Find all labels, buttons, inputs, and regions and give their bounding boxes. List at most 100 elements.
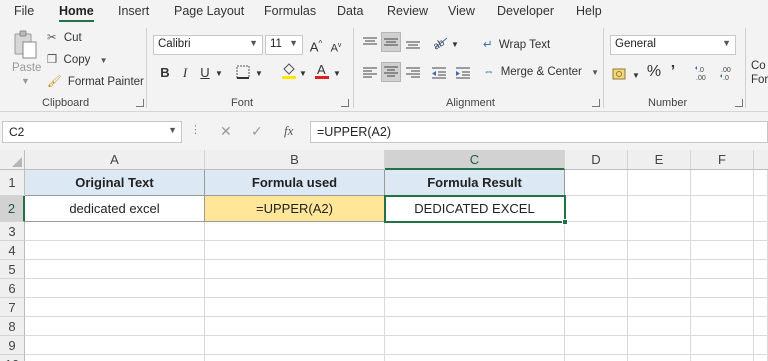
grid-cell[interactable] — [385, 355, 565, 361]
number-format-dropdown[interactable]: General ▼ — [610, 35, 736, 55]
fill-color-button[interactable] — [280, 62, 298, 84]
grid-cell[interactable] — [565, 222, 628, 241]
font-color-dropdown-icon[interactable]: ▼ — [332, 66, 342, 82]
borders-button[interactable] — [234, 65, 252, 83]
name-box[interactable]: C2 ▼ — [2, 121, 182, 143]
borders-dropdown-icon[interactable]: ▼ — [254, 66, 264, 82]
row-header-7[interactable]: 7 — [0, 298, 25, 317]
grid-cell[interactable] — [205, 317, 385, 336]
grid-cell[interactable] — [565, 170, 628, 196]
grid-cell[interactable] — [628, 222, 691, 241]
grid-cell[interactable] — [754, 196, 768, 222]
copy-button[interactable]: ❐ Copy ▼ — [47, 52, 108, 66]
column-header-f[interactable]: F — [691, 150, 754, 170]
row-header-9[interactable]: 9 — [0, 336, 25, 355]
cell-a1[interactable]: Original Text — [25, 170, 205, 196]
grid-cell[interactable] — [691, 170, 754, 196]
grid-cell[interactable] — [691, 336, 754, 355]
accounting-format-icon[interactable] — [612, 67, 630, 81]
grid-cell[interactable] — [691, 241, 754, 260]
tab-home[interactable]: Home — [59, 4, 94, 22]
align-middle-button[interactable] — [381, 32, 401, 52]
row-header-8[interactable]: 8 — [0, 317, 25, 336]
select-all-button[interactable] — [0, 150, 25, 170]
orientation-dropdown-icon[interactable]: ▼ — [450, 37, 460, 53]
fill-color-dropdown-icon[interactable]: ▼ — [298, 66, 308, 82]
column-header-c[interactable]: C — [385, 150, 565, 170]
grid-cell[interactable] — [205, 222, 385, 241]
grid-cell[interactable] — [25, 317, 205, 336]
grid-cell[interactable] — [565, 298, 628, 317]
tab-formulas[interactable]: Formulas — [264, 4, 316, 18]
grid-cell[interactable] — [205, 355, 385, 361]
grid-cell[interactable] — [628, 317, 691, 336]
column-header-e[interactable]: E — [628, 150, 691, 170]
align-right-icon[interactable] — [405, 66, 421, 80]
number-launcher-icon[interactable] — [735, 99, 743, 107]
conditional-formatting-label[interactable]: Co — [751, 60, 766, 72]
cancel-icon[interactable]: ✕ — [220, 123, 232, 140]
grid-cell[interactable] — [628, 336, 691, 355]
align-top-icon[interactable] — [362, 36, 378, 50]
increase-font-icon[interactable]: A^ — [307, 36, 325, 55]
grid-cell[interactable] — [691, 298, 754, 317]
insert-function-icon[interactable]: fx — [284, 123, 293, 139]
tab-view[interactable]: View — [448, 4, 475, 18]
grid-cell[interactable] — [25, 336, 205, 355]
grid-cell[interactable] — [385, 317, 565, 336]
tab-insert[interactable]: Insert — [118, 4, 149, 18]
grid-cell[interactable] — [205, 298, 385, 317]
font-color-button[interactable]: A — [313, 62, 331, 84]
grid-cell[interactable] — [565, 260, 628, 279]
grid-cell[interactable] — [565, 241, 628, 260]
grid-cell[interactable] — [691, 317, 754, 336]
grid-cell[interactable] — [25, 260, 205, 279]
format-as-table-label[interactable]: For — [751, 74, 768, 86]
cell-c2[interactable]: DEDICATED EXCEL — [385, 196, 565, 222]
grid-cell[interactable] — [25, 355, 205, 361]
cut-button[interactable]: ✂ Cut — [47, 30, 82, 44]
fill-handle[interactable] — [562, 219, 568, 225]
comma-style-icon[interactable]: ’ — [668, 64, 678, 80]
cell-c1[interactable]: Formula Result — [385, 170, 565, 196]
tab-data[interactable]: Data — [337, 4, 363, 18]
format-painter-button[interactable]: 🖌 Format Painter — [47, 74, 144, 88]
grid-cell[interactable] — [385, 222, 565, 241]
grid-cell[interactable] — [754, 170, 768, 196]
grid-cell[interactable] — [25, 241, 205, 260]
grid-cell[interactable] — [628, 298, 691, 317]
increase-indent-icon[interactable] — [455, 66, 471, 80]
grid-cell[interactable] — [25, 222, 205, 241]
grid-cell[interactable] — [754, 241, 768, 260]
underline-dropdown-icon[interactable]: ▼ — [214, 66, 224, 82]
wrap-text-button[interactable]: ↵ Wrap Text — [483, 37, 550, 51]
row-header-1[interactable]: 1 — [0, 170, 25, 196]
tab-file[interactable]: File — [14, 4, 34, 18]
column-header-d[interactable]: D — [565, 150, 628, 170]
decrease-indent-icon[interactable] — [431, 66, 447, 80]
font-launcher-icon[interactable] — [341, 99, 349, 107]
align-center-button[interactable] — [381, 62, 401, 82]
decrease-font-icon[interactable]: Av — [328, 38, 344, 57]
formula-input[interactable]: =UPPER(A2) — [310, 121, 768, 143]
grid-cell[interactable] — [691, 196, 754, 222]
decrease-decimal-icon[interactable]: .00.0 — [719, 64, 737, 82]
grid-cell[interactable] — [628, 170, 691, 196]
grid-cell[interactable] — [691, 222, 754, 241]
accounting-dropdown-icon[interactable]: ▼ — [631, 68, 641, 84]
paste-dropdown-icon[interactable]: ▼ — [21, 76, 30, 86]
grid-cell[interactable] — [691, 279, 754, 298]
increase-decimal-icon[interactable]: .0.00 — [694, 64, 712, 82]
orientation-icon[interactable]: ab — [431, 34, 449, 50]
grid-cell[interactable] — [565, 336, 628, 355]
grid-cell[interactable] — [205, 260, 385, 279]
grid-cell[interactable] — [691, 355, 754, 361]
align-bottom-icon[interactable] — [405, 36, 421, 50]
row-header-2[interactable]: 2 — [0, 196, 25, 222]
clipboard-launcher-icon[interactable] — [136, 99, 144, 107]
grid-cell[interactable] — [754, 298, 768, 317]
grid-cell[interactable] — [754, 355, 768, 361]
row-header-3[interactable]: 3 — [0, 222, 25, 241]
enter-icon[interactable]: ✓ — [251, 123, 263, 140]
row-header-5[interactable]: 5 — [0, 260, 25, 279]
